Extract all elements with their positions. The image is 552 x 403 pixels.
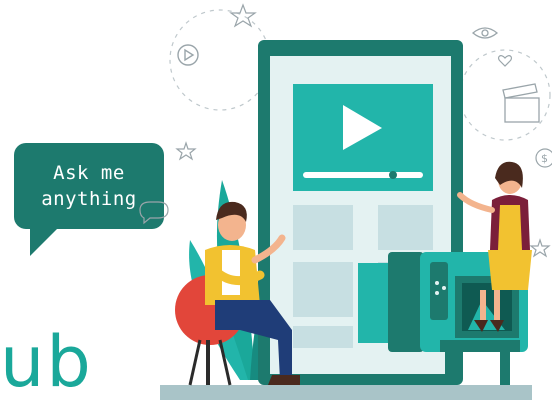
dollar-icon: $ bbox=[535, 148, 552, 168]
chat-icon bbox=[139, 201, 169, 225]
hero-illustration: $ bbox=[139, 3, 552, 400]
heart-icon bbox=[497, 55, 513, 67]
floor-platform bbox=[160, 385, 532, 400]
svg-text:$: $ bbox=[541, 152, 548, 165]
decor-dashed-circle-right bbox=[459, 49, 551, 141]
star-icon bbox=[175, 141, 197, 161]
clapperboard-icon bbox=[502, 83, 540, 123]
star-icon bbox=[529, 238, 551, 258]
eye-icon bbox=[471, 27, 499, 39]
star-icon bbox=[229, 3, 257, 28]
play-icon bbox=[177, 44, 199, 66]
